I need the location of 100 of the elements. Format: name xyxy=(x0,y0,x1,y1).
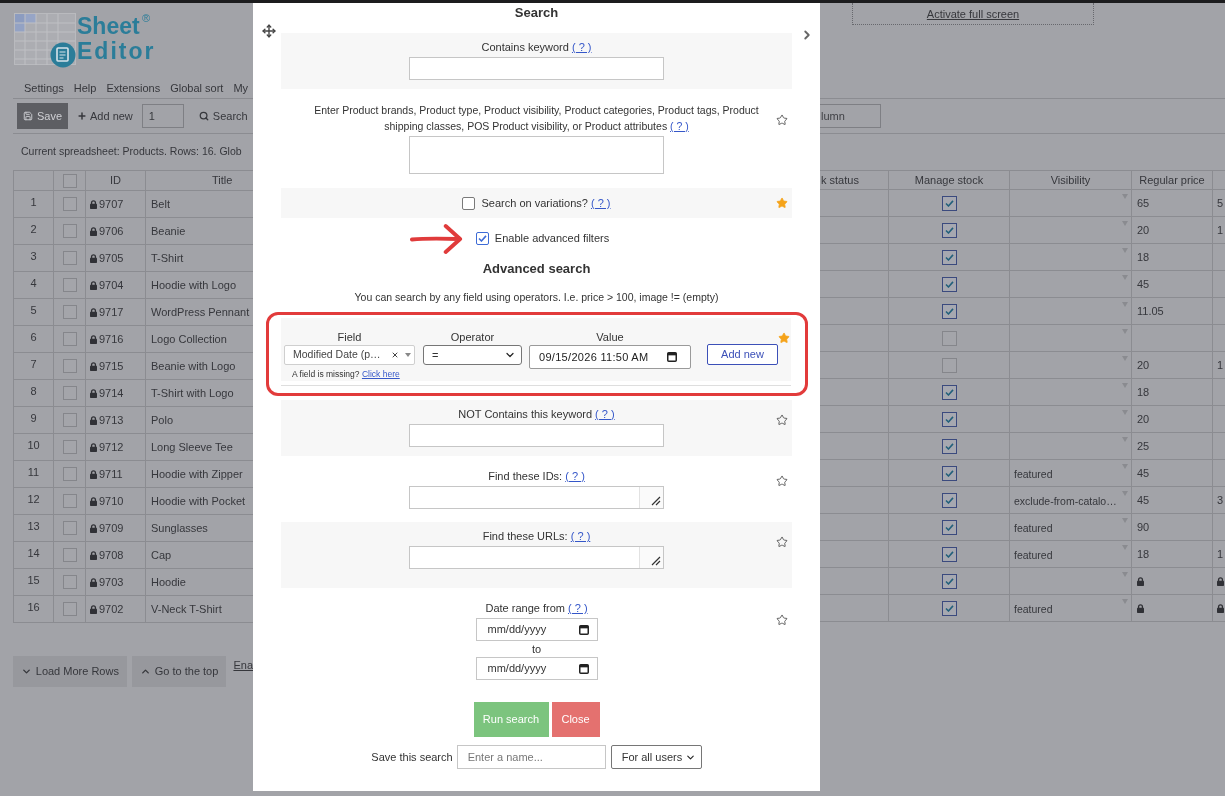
menu-item[interactable]: Settings xyxy=(24,79,64,97)
help-link[interactable]: ( ? ) xyxy=(568,602,588,614)
menu-item[interactable]: Global sort xyxy=(170,79,224,97)
manage-stock-checkbox[interactable] xyxy=(941,384,957,400)
help-link[interactable]: ( ? ) xyxy=(670,120,689,132)
help-link[interactable]: ( ? ) xyxy=(565,470,585,482)
add-new-button[interactable]: Add new xyxy=(77,107,133,125)
manage-stock-checkbox[interactable] xyxy=(941,357,957,373)
product-title: Hoodie with Pocket xyxy=(151,493,246,509)
star-icon[interactable] xyxy=(776,536,788,548)
star-icon[interactable] xyxy=(776,114,788,126)
move-icon[interactable] xyxy=(262,24,276,38)
input-field[interactable] xyxy=(409,57,664,80)
row-checkbox[interactable] xyxy=(62,467,77,481)
help-link[interactable]: ( ? ) xyxy=(570,530,591,542)
textarea-field[interactable] xyxy=(409,136,664,174)
date-field[interactable]: mm/dd/yyyy xyxy=(475,618,598,641)
row-checkbox[interactable] xyxy=(62,386,77,400)
date-field[interactable]: mm/dd/yyyy xyxy=(475,657,598,680)
row-checkbox[interactable] xyxy=(62,332,77,346)
manage-stock-checkbox[interactable] xyxy=(941,303,957,319)
manage-stock-checkbox[interactable] xyxy=(941,492,957,508)
product-id: 9717 xyxy=(99,304,124,320)
lock-icon xyxy=(90,334,97,344)
row-checkbox[interactable] xyxy=(62,494,77,508)
visibility-value: featured xyxy=(1014,521,1053,536)
lock-icon xyxy=(90,415,97,425)
manage-stock-checkbox[interactable] xyxy=(941,330,957,346)
manage-stock-checkbox[interactable] xyxy=(941,438,957,454)
manage-stock-checkbox[interactable] xyxy=(941,519,957,535)
row-checkbox[interactable] xyxy=(62,602,77,616)
star-icon[interactable] xyxy=(776,414,788,426)
row-checkbox[interactable] xyxy=(62,197,77,211)
row-checkbox[interactable] xyxy=(62,413,77,427)
product-id: 9715 xyxy=(99,358,124,374)
row-checkbox[interactable] xyxy=(62,521,77,535)
count-field[interactable]: 1 xyxy=(141,104,184,128)
checkmark-icon xyxy=(944,415,954,423)
checkbox[interactable] xyxy=(475,232,489,245)
row-checkbox[interactable] xyxy=(62,548,77,562)
help-link[interactable]: ( ? ) xyxy=(590,197,611,209)
calendar-icon[interactable] xyxy=(578,663,589,674)
manage-stock-checkbox[interactable] xyxy=(941,573,957,589)
row-checkbox[interactable] xyxy=(62,278,77,292)
row-checkbox[interactable] xyxy=(62,251,77,265)
star-icon[interactable] xyxy=(778,332,790,344)
operator-select[interactable]: = xyxy=(423,345,522,365)
row-checkbox[interactable] xyxy=(62,575,77,589)
menu-item[interactable]: My xyxy=(233,79,249,97)
manage-stock-checkbox[interactable] xyxy=(941,276,957,292)
dropdown-arrow-icon[interactable] xyxy=(405,353,411,357)
calendar-icon[interactable] xyxy=(667,352,677,362)
load-more-button[interactable]: Load More Rows xyxy=(13,656,127,687)
audience-select[interactable]: For all users xyxy=(610,745,702,769)
fullscreen-link[interactable]: Activate full screen xyxy=(852,3,1094,25)
lock-icon xyxy=(90,604,97,614)
manage-stock-checkbox[interactable] xyxy=(941,411,957,427)
textarea-field[interactable] xyxy=(409,486,664,509)
lock-icon xyxy=(90,388,97,398)
checkbox-label: Enable advanced filters xyxy=(494,231,610,247)
field-select[interactable]: Modified Date (p… xyxy=(284,345,415,365)
input-field[interactable] xyxy=(409,424,664,447)
search-button[interactable]: Search xyxy=(198,107,248,125)
row-checkbox[interactable] xyxy=(62,359,77,373)
row-number: 4 xyxy=(30,276,37,291)
manage-stock-checkbox[interactable] xyxy=(941,195,957,211)
enable-link[interactable]: Ena xyxy=(233,657,253,674)
price-value: 45 xyxy=(1137,465,1150,481)
select-all-checkbox[interactable] xyxy=(62,173,77,188)
manage-stock-checkbox[interactable] xyxy=(941,546,957,562)
row-checkbox[interactable] xyxy=(62,440,77,454)
help-link[interactable]: ( ? ) xyxy=(571,41,592,53)
calendar-icon[interactable] xyxy=(578,624,589,635)
menu-item[interactable]: Extensions xyxy=(106,79,161,97)
logo-text: Editor xyxy=(77,38,156,64)
checkmark-icon xyxy=(944,523,954,531)
help-link[interactable]: ( ? ) xyxy=(595,408,615,420)
add-new-button[interactable]: Add new xyxy=(707,344,778,365)
visibility-value: exclude-from-catalo… xyxy=(1014,494,1117,509)
row-checkbox[interactable] xyxy=(62,224,77,238)
manage-stock-checkbox[interactable] xyxy=(941,249,957,265)
checkbox[interactable] xyxy=(462,196,476,210)
star-icon[interactable] xyxy=(776,614,788,626)
search-name-field[interactable]: Enter a name... xyxy=(456,745,606,769)
click-here-link[interactable]: Click here xyxy=(361,369,400,379)
manage-stock-checkbox[interactable] xyxy=(941,222,957,238)
textarea-field[interactable] xyxy=(409,546,664,569)
star-icon[interactable] xyxy=(776,197,788,209)
resize-handle-icon[interactable] xyxy=(651,496,661,506)
resize-handle-icon[interactable] xyxy=(651,556,661,566)
save-button[interactable]: Save xyxy=(17,103,68,129)
star-icon[interactable] xyxy=(776,475,788,487)
menu-item[interactable]: Help xyxy=(73,79,97,97)
row-checkbox[interactable] xyxy=(62,305,77,319)
go-to-top-button[interactable]: Go to the top xyxy=(131,656,227,687)
manage-stock-checkbox[interactable] xyxy=(941,600,957,616)
clear-icon[interactable] xyxy=(391,351,399,359)
datetime-field[interactable]: 09/15/2026 11:50 AM xyxy=(529,345,691,369)
manage-stock-checkbox[interactable] xyxy=(941,465,957,481)
column-search-field[interactable]: lumn xyxy=(820,104,881,128)
